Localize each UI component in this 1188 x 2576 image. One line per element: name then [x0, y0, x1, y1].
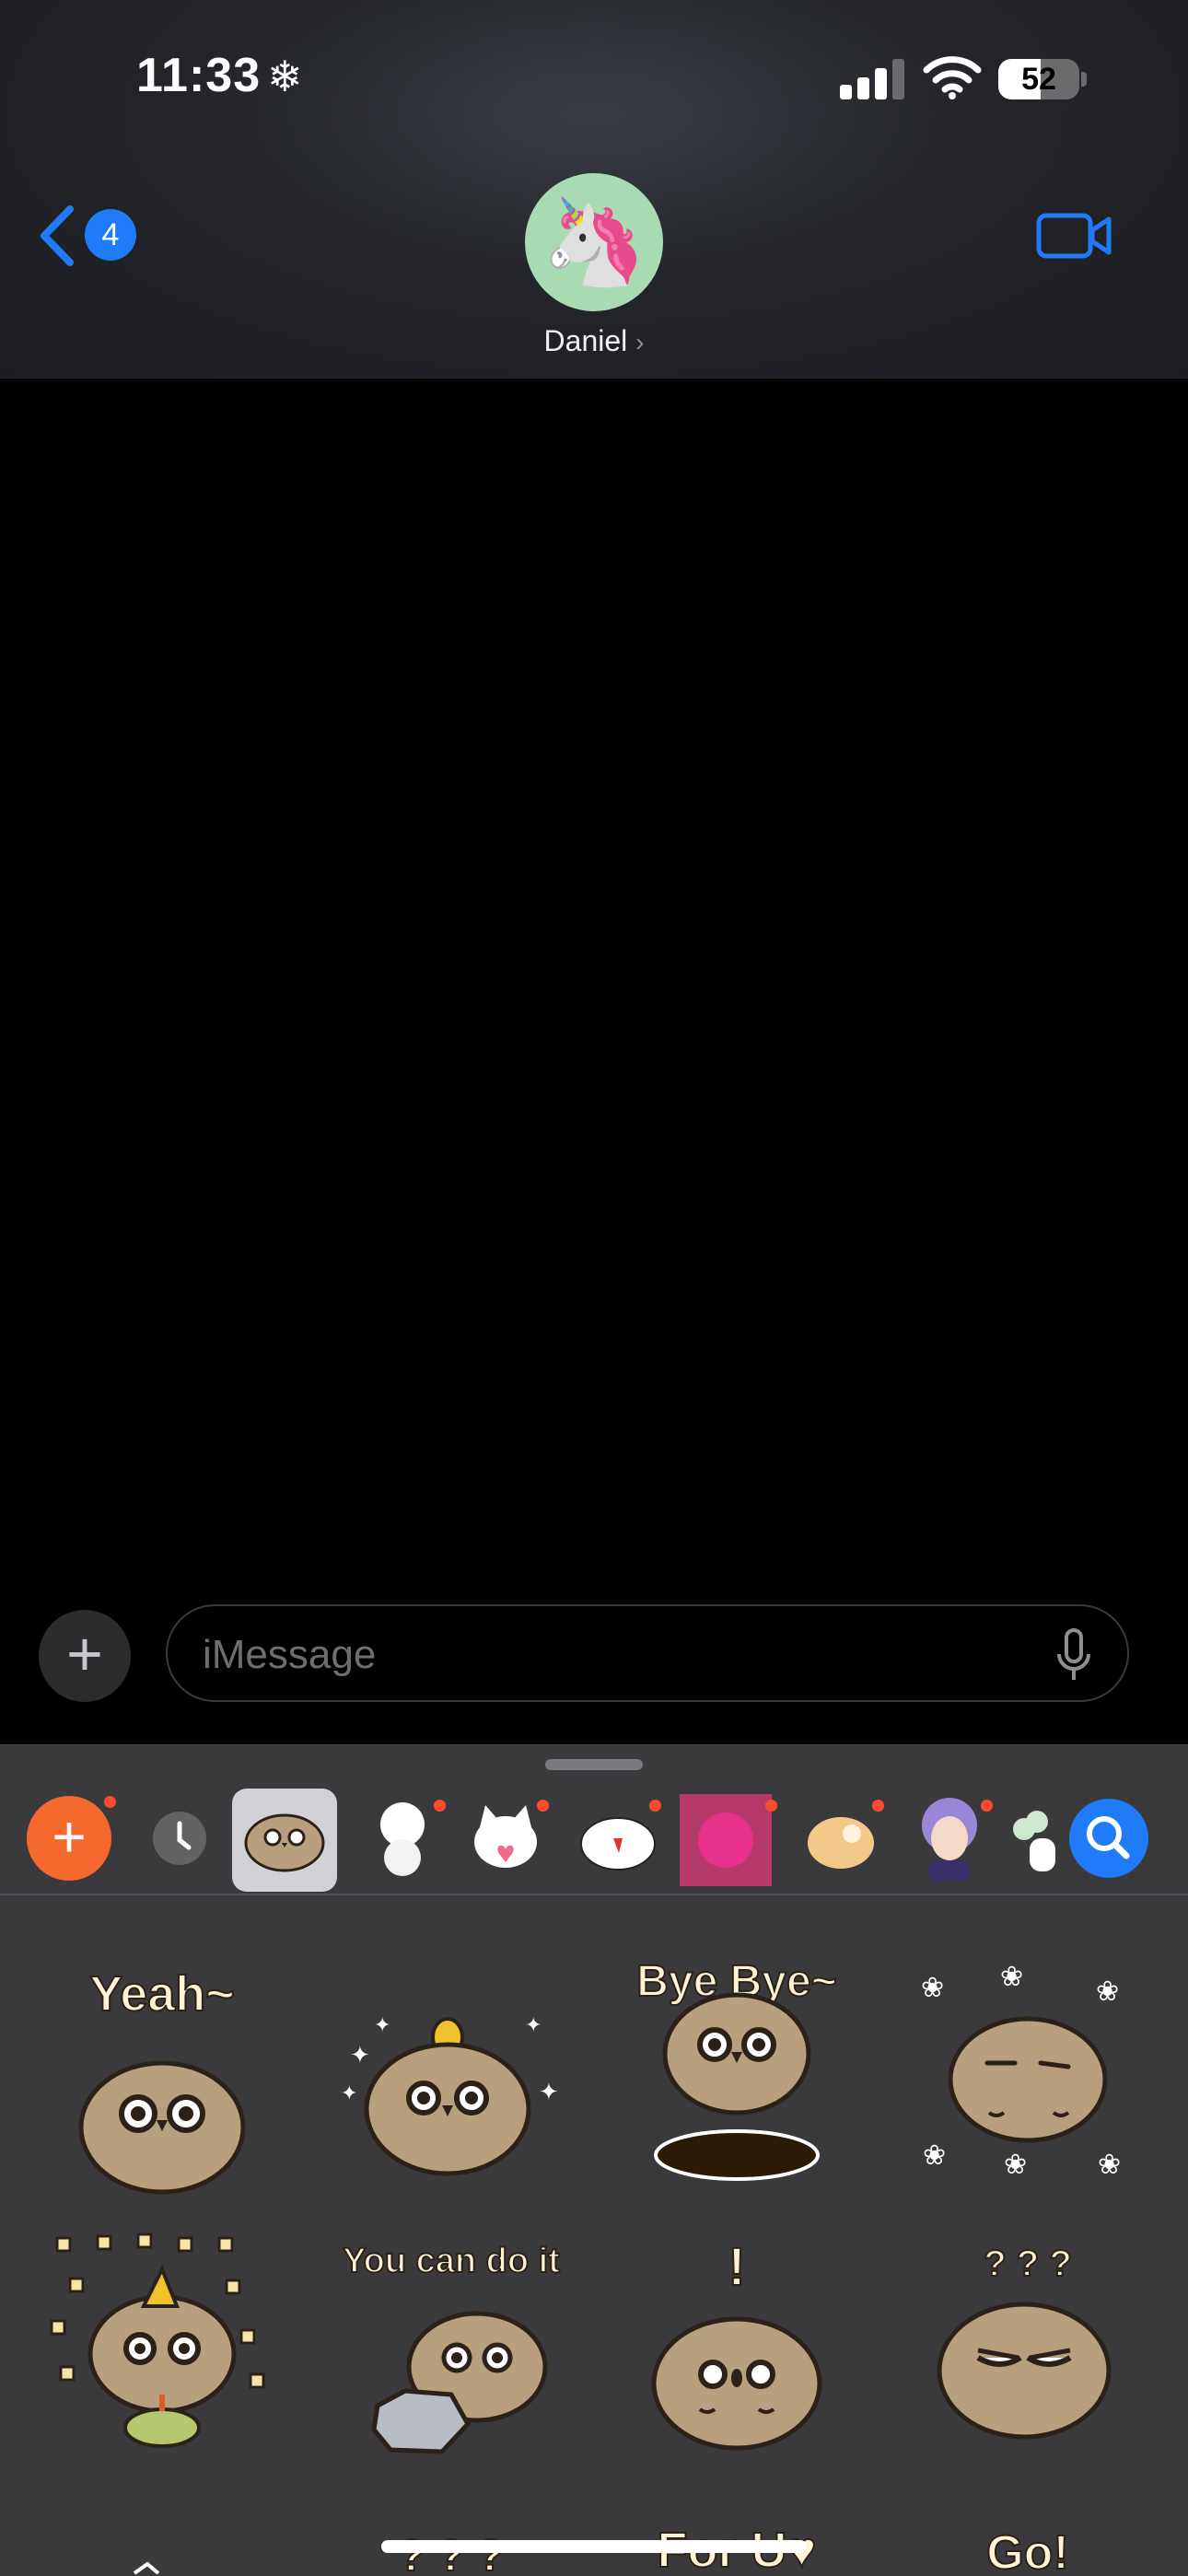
tray-recents[interactable] — [129, 1785, 230, 1892]
message-input[interactable] — [201, 1623, 1015, 1687]
chevron-right-icon: › — [635, 328, 645, 356]
search-button — [1069, 1799, 1148, 1878]
sticker-sparkle[interactable]: ✦ ✦ ✦ ✦ ✦ — [313, 1943, 589, 2210]
tray-divider — [0, 1894, 1188, 1895]
battery-cap — [1081, 72, 1087, 87]
svg-text:❀: ❀ — [921, 1973, 944, 2003]
sticker-go[interactable]: Go! — [890, 2487, 1166, 2575]
owl-falling-illustration — [654, 1992, 820, 2181]
message-field[interactable] — [166, 1604, 1129, 1702]
unread-count-badge: 4 — [85, 209, 136, 261]
svg-text:❀: ❀ — [1096, 1976, 1119, 2007]
sticker-row3-2[interactable]: ? ? ? — [313, 2487, 589, 2575]
clover-icon — [1013, 1811, 1055, 1871]
battery-icon: 52 — [998, 59, 1079, 99]
sticker-row3-1[interactable] — [24, 2487, 300, 2575]
sticker-bye-bye[interactable]: Bye Bye~ — [599, 1943, 875, 2210]
owl-party-illustration — [50, 2232, 265, 2448]
svg-text:❀: ❀ — [1098, 2150, 1121, 2180]
owl-annoyed-illustration — [937, 2302, 1112, 2440]
sticker-yeah[interactable]: Yeah~ — [24, 1943, 300, 2210]
search-icon — [1087, 1816, 1130, 1859]
notification-dot — [981, 1800, 993, 1812]
girl-icon — [922, 1798, 977, 1881]
tray-pink-photo[interactable] — [680, 1794, 777, 1886]
tray-white-character[interactable] — [352, 1785, 453, 1892]
notification-dot — [765, 1800, 777, 1812]
svg-text:✦: ✦ — [539, 2078, 559, 2105]
notification-dot — [537, 1800, 549, 1812]
message-list[interactable] — [0, 379, 1188, 1595]
owl-sticker-icon — [244, 1813, 325, 1872]
photo-thumbnail — [698, 1813, 753, 1868]
add-app-icon: + — [27, 1796, 111, 1881]
chevron-left-icon — [41, 205, 74, 266]
owl-sleepy-illustration: ❀ ❀ ❀ ❀ ❀ ❀ — [921, 1962, 1121, 2180]
wifi-icon — [923, 56, 982, 99]
svg-text:✦: ✦ — [525, 2013, 542, 2036]
svg-text:❀: ❀ — [1004, 2150, 1027, 2180]
white-character-icon — [380, 1802, 425, 1876]
sticker-caption: Go! — [985, 2525, 1070, 2575]
home-indicator[interactable] — [381, 2540, 807, 2553]
notification-dot — [649, 1800, 661, 1812]
tray-hamster-stickers[interactable] — [790, 1785, 891, 1892]
contact-name[interactable]: Daniel › — [497, 324, 691, 358]
sticker-exclaim[interactable]: ! — [599, 2220, 875, 2477]
owl-sparkle-illustration: ✦✦ ✦✦ ✦ — [341, 2013, 559, 2176]
clock-icon — [153, 1812, 206, 1865]
cellular-signal-icon — [840, 57, 904, 99]
owl-pushing-rock-illustration — [371, 2311, 548, 2454]
notification-dot — [872, 1800, 884, 1812]
apps-plus-button[interactable]: + — [39, 1610, 131, 1702]
tray-girl-stickers[interactable] — [899, 1785, 1000, 1892]
sticker-you-can-do-it[interactable]: You can do it — [313, 2220, 589, 2477]
facetime-video-button[interactable] — [1035, 208, 1112, 263]
svg-text:✦: ✦ — [341, 2081, 357, 2104]
back-button[interactable]: 4 — [37, 201, 147, 271]
hamster-icon — [808, 1817, 874, 1869]
sticker-question[interactable]: ? ? ? — [890, 2220, 1166, 2477]
owl-illustration — [78, 2060, 246, 2195]
snowflake-icon: ❄ — [267, 52, 303, 100]
svg-text:✦: ✦ — [374, 2013, 390, 2036]
status-time: 11:33 — [136, 49, 262, 102]
sticker-caption: ? ? ? — [398, 2531, 506, 2575]
notification-dot — [104, 1796, 116, 1808]
cat-icon — [474, 1805, 537, 1868]
tray-rabbit-stickers[interactable] — [567, 1785, 669, 1892]
tray-search[interactable] — [1055, 1785, 1162, 1892]
microphone-icon[interactable] — [1055, 1628, 1092, 1684]
contact-name-label: Daniel — [543, 324, 628, 357]
svg-text:❀: ❀ — [1000, 1962, 1023, 1992]
owl-partial-illustration — [133, 2561, 160, 2575]
tray-owl-stickers[interactable] — [232, 1789, 337, 1892]
svg-text:❀: ❀ — [923, 2140, 946, 2171]
rabbit-icon — [580, 1817, 656, 1871]
svg-text:✦: ✦ — [350, 2041, 370, 2069]
drawer-grabber[interactable] — [545, 1759, 643, 1770]
notification-dot — [434, 1800, 446, 1812]
sticker-sleepy-flowers[interactable]: ❀ ❀ ❀ ❀ ❀ ❀ — [890, 1943, 1166, 2210]
owl-surprised-illustration — [651, 2316, 822, 2451]
tray-add-app[interactable]: + — [18, 1785, 120, 1892]
contact-avatar[interactable]: 🦄 — [525, 173, 663, 311]
sticker-party[interactable] — [24, 2220, 300, 2477]
tray-cat-stickers[interactable] — [455, 1785, 556, 1892]
app-tray: + — [0, 1785, 1188, 1895]
sticker-for-u[interactable]: For U♥ — [599, 2487, 875, 2575]
